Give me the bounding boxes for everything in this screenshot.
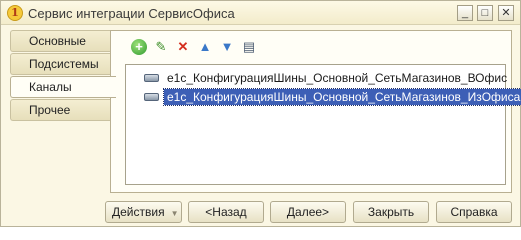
move-up-button[interactable]: ▲ [197, 39, 213, 55]
add-button[interactable]: + [131, 39, 147, 55]
tab-channels[interactable]: Каналы [10, 76, 116, 98]
next-button[interactable]: Далее> [270, 201, 346, 223]
add-icon: + [135, 39, 143, 54]
tab-main[interactable]: Основные [10, 30, 110, 52]
channel-icon [144, 93, 159, 101]
delete-icon: ✕ [177, 39, 189, 54]
channel-label: e1c_КонфигурацияШины_Основной_СетьМагази… [162, 88, 521, 106]
back-button[interactable]: <Назад [188, 201, 264, 223]
dialog-buttons: Действия ▼ <Назад Далее> Закрыть Справка [1, 201, 520, 225]
minimize-button[interactable]: _ [457, 5, 473, 21]
title-bar: 1 Сервис интеграции СервисОфиса _ □ ✕ [1, 1, 520, 25]
list-properties-button[interactable]: ▤ [241, 39, 257, 55]
delete-button[interactable]: ✕ [175, 39, 191, 55]
dialog-window: 1 Сервис интеграции СервисОфиса _ □ ✕ Ос… [0, 0, 521, 227]
tab-other[interactable]: Прочее [10, 99, 110, 121]
minimize-icon: _ [461, 7, 469, 19]
list-item-selected[interactable]: e1c_КонфигурацияШины_Основной_СетьМагази… [126, 88, 521, 106]
list-properties-icon: ▤ [242, 39, 256, 54]
edit-pencil-icon: ✎ [155, 39, 167, 54]
channels-list[interactable]: e1c_КонфигурацияШины_Основной_СетьМагази… [125, 64, 521, 185]
edit-button[interactable]: ✎ [153, 39, 169, 55]
close-icon: ✕ [501, 7, 511, 19]
actions-dropdown-button[interactable]: Действия ▼ [105, 201, 182, 223]
restore-button[interactable]: □ [477, 5, 493, 21]
channel-icon [144, 74, 159, 82]
tab-subsystems[interactable]: Подсистемы [10, 53, 110, 75]
move-up-icon: ▲ [198, 39, 212, 54]
help-button[interactable]: Справка [436, 201, 512, 223]
tab-list: Основные Подсистемы Каналы Прочее [10, 30, 116, 122]
actions-label: Действия [112, 205, 165, 219]
restore-icon: □ [481, 7, 489, 19]
channel-label: e1c_КонфигурацияШины_Основной_СетьМагази… [167, 71, 508, 85]
chevron-down-icon: ▼ [170, 209, 179, 218]
move-down-icon: ▼ [220, 39, 234, 54]
close-window-button[interactable]: ✕ [498, 5, 514, 21]
move-down-button[interactable]: ▼ [219, 39, 235, 55]
window-title: Сервис интеграции СервисОфиса [28, 6, 235, 21]
channels-panel: + ✎ ✕ ▲ ▼ ▤ e1c_КонфигурацияШины_Основно… [110, 30, 521, 193]
dialog-content: Основные Подсистемы Каналы Прочее + ✎ ✕ … [7, 30, 521, 193]
app-1c-icon: 1 [7, 5, 23, 21]
close-button[interactable]: Закрыть [353, 201, 429, 223]
list-item[interactable]: e1c_КонфигурацияШины_Основной_СетьМагази… [126, 70, 507, 86]
